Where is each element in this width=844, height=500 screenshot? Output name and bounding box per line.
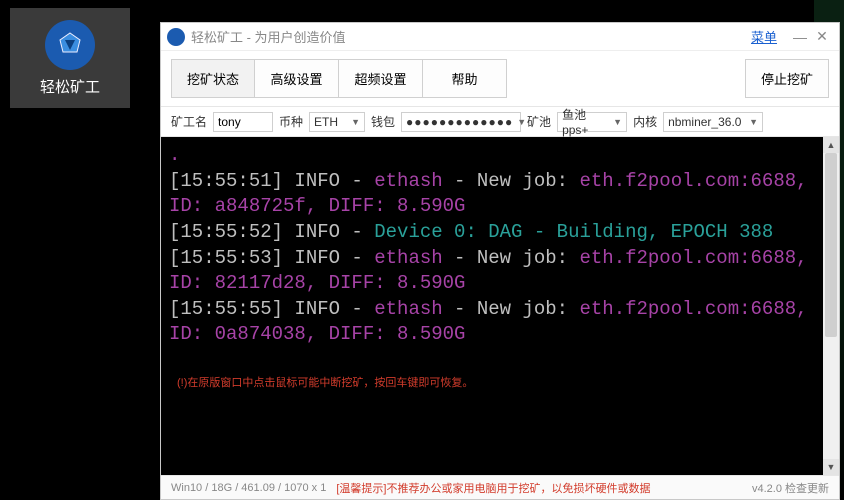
tab-mining-status[interactable]: 挖矿状态 bbox=[171, 59, 255, 98]
wallet-label: 钱包 bbox=[371, 113, 395, 130]
wallet-select-value: ●●●●●●●●●●●●● bbox=[406, 115, 513, 129]
coin-label: 币种 bbox=[279, 113, 303, 130]
status-warning: [温馨提示]不推荐办公或家用电脑用于挖矿，以免损坏硬件或数据 bbox=[336, 480, 650, 496]
titlebar: 轻松矿工 - 为用户创造价值 菜单 — ✕ bbox=[161, 23, 839, 51]
chevron-down-icon: ▼ bbox=[517, 117, 527, 127]
log-panel: . [15:55:51] INFO - ethash - New job: et… bbox=[161, 137, 839, 475]
core-select-value: nbminer_36.0 bbox=[668, 115, 741, 129]
stop-mining-button[interactable]: 停止挖矿 bbox=[745, 59, 829, 98]
window-title: 轻松矿工 - 为用户创造价值 bbox=[191, 27, 346, 46]
menu-link[interactable]: 菜单 bbox=[751, 27, 777, 46]
miner-name-input[interactable] bbox=[213, 112, 273, 132]
chevron-down-icon: ▼ bbox=[613, 117, 622, 127]
version-check-link[interactable]: v4.2.0 检查更新 bbox=[752, 480, 829, 496]
statusbar: Win10 / 18G / 461.09 / 1070 x 1 [温馨提示]不推… bbox=[161, 475, 839, 499]
scroll-thumb[interactable] bbox=[825, 153, 837, 337]
main-window: 轻松矿工 - 为用户创造价值 菜单 — ✕ 挖矿状态 高级设置 超频设置 帮助 … bbox=[160, 22, 840, 500]
pool-select[interactable]: 鱼池pps+ ▼ bbox=[557, 112, 627, 132]
core-select[interactable]: nbminer_36.0 ▼ bbox=[663, 112, 763, 132]
tab-advanced[interactable]: 高级设置 bbox=[255, 59, 339, 98]
coin-select[interactable]: ETH ▼ bbox=[309, 112, 365, 132]
log-output[interactable]: . [15:55:51] INFO - ethash - New job: et… bbox=[161, 137, 823, 475]
system-info: Win10 / 18G / 461.09 / 1070 x 1 bbox=[171, 482, 326, 494]
wallet-select[interactable]: ●●●●●●●●●●●●● ▼ bbox=[401, 112, 521, 132]
scroll-track[interactable] bbox=[823, 153, 839, 459]
chevron-down-icon: ▼ bbox=[351, 117, 360, 127]
scroll-up-button[interactable]: ▲ bbox=[823, 137, 839, 153]
app-icon bbox=[45, 20, 95, 70]
desktop-shortcut[interactable]: 轻松矿工 bbox=[10, 8, 130, 108]
chevron-down-icon: ▼ bbox=[749, 117, 758, 127]
scrollbar[interactable]: ▲ ▼ bbox=[823, 137, 839, 475]
miner-name-label: 矿工名 bbox=[171, 113, 207, 130]
toolbar: 挖矿状态 高级设置 超频设置 帮助 停止挖矿 bbox=[161, 51, 839, 107]
terminal-note: (!)在原版窗口中点击鼠标可能中断挖矿，按回车键即可恢复。 bbox=[169, 374, 815, 393]
tab-help[interactable]: 帮助 bbox=[423, 59, 507, 98]
coin-select-value: ETH bbox=[314, 115, 338, 129]
tab-overclock[interactable]: 超频设置 bbox=[339, 59, 423, 98]
core-label: 内核 bbox=[633, 113, 657, 130]
app-logo-icon bbox=[167, 28, 185, 46]
desktop-shortcut-label: 轻松矿工 bbox=[40, 76, 100, 97]
pool-label: 矿池 bbox=[527, 113, 551, 130]
minimize-button[interactable]: — bbox=[789, 29, 811, 45]
pool-select-value: 鱼池pps+ bbox=[562, 106, 609, 137]
close-button[interactable]: ✕ bbox=[811, 28, 833, 45]
config-row: 矿工名 币种 ETH ▼ 钱包 ●●●●●●●●●●●●● ▼ 矿池 鱼池pps… bbox=[161, 107, 839, 137]
scroll-down-button[interactable]: ▼ bbox=[823, 459, 839, 475]
